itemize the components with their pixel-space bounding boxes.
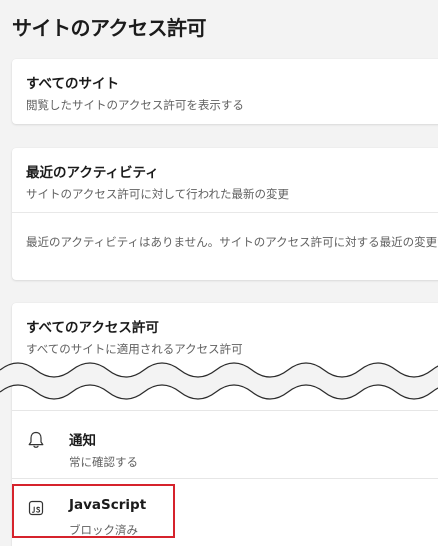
page-title: サイトのアクセス許可 bbox=[12, 16, 207, 40]
permission-divider bbox=[12, 478, 438, 479]
all-sites-subtitle: 閲覧したサイトのアクセス許可を表示する bbox=[26, 98, 244, 112]
all-sites-title: すべてのサイト bbox=[26, 76, 120, 92]
recent-activity-title: 最近のアクティビティ bbox=[26, 165, 159, 181]
bell-icon bbox=[28, 431, 44, 448]
permission-status: ブロック済み bbox=[69, 523, 138, 537]
all-permissions-title: すべてのアクセス許可 bbox=[26, 320, 159, 336]
recent-activity-divider bbox=[12, 212, 438, 213]
javascript-icon bbox=[28, 500, 44, 516]
permission-name: JavaScript bbox=[69, 497, 147, 513]
recent-activity-card: 最近のアクティビティ サイトのアクセス許可に対して行われた最新の変更 最近のアク… bbox=[12, 148, 438, 280]
all-permissions-subtitle: すべてのサイトに適用されるアクセス許可 bbox=[26, 342, 243, 356]
all-sites-card[interactable]: すべてのサイト 閲覧したサイトのアクセス許可を表示する bbox=[12, 59, 438, 124]
recent-activity-subtitle: サイトのアクセス許可に対して行われた最新の変更 bbox=[26, 187, 290, 201]
permission-divider bbox=[12, 410, 438, 411]
permission-name: 通知 bbox=[69, 433, 96, 449]
omission-wave-break bbox=[0, 362, 438, 400]
permission-status: 常に確認する bbox=[69, 455, 138, 469]
permission-row-notifications[interactable]: 通知 常に確認する bbox=[12, 414, 438, 476]
recent-activity-empty-text: 最近のアクティビティはありません。サイトのアクセス許可に対する最近の変更がここに… bbox=[26, 235, 438, 249]
permission-row-javascript[interactable]: JavaScript ブロック済み bbox=[12, 482, 438, 544]
site-permissions-page: サイトのアクセス許可 すべてのサイト 閲覧したサイトのアクセス許可を表示する 最… bbox=[0, 0, 438, 546]
